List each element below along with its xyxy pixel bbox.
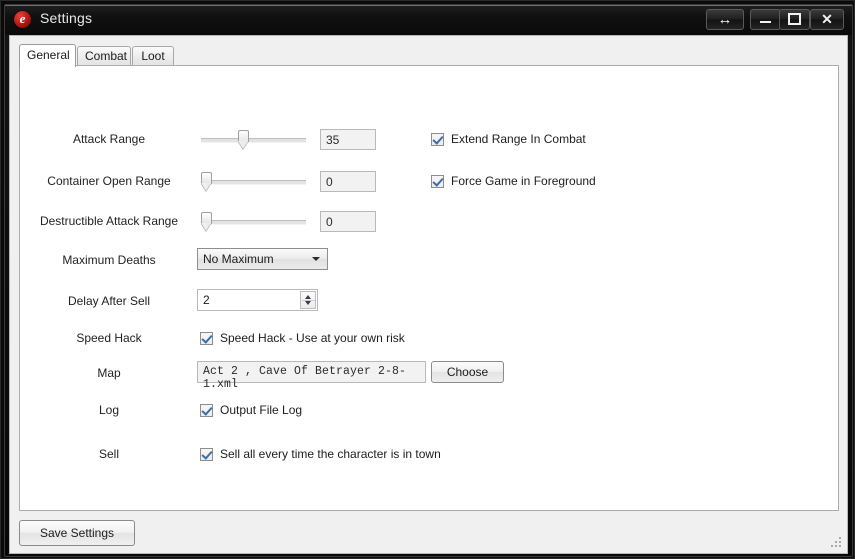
slider-attack-range[interactable] [201, 128, 306, 150]
label-log: Log [98, 403, 120, 417]
spinner-delay-after-sell[interactable]: 2 [197, 289, 318, 311]
window-title: Settings [40, 10, 93, 26]
slider-container-open-range[interactable] [201, 170, 306, 192]
spinner-up-icon[interactable] [305, 295, 311, 299]
maximize-icon [788, 12, 801, 25]
spinner-down-icon[interactable] [305, 301, 311, 305]
dropdown-maximum-deaths[interactable]: No Maximum [197, 248, 328, 270]
label-speed-hack: Speed Hack [76, 331, 142, 345]
checkbox-box [200, 404, 213, 417]
tab-strip: General Combat Loot [19, 44, 839, 67]
slider-track [201, 180, 306, 185]
window-frame: e Settings ↔ ✕ General Combat Loot Attac… [4, 4, 853, 557]
slider-thumb[interactable] [201, 212, 212, 231]
checkbox-label: Speed Hack - Use at your own risk [220, 331, 405, 345]
label-attack-range: Attack Range [72, 132, 146, 146]
checkbox-box [431, 133, 444, 146]
checkbox-label: Sell all every time the character is in … [220, 447, 441, 461]
checkbox-box [200, 448, 213, 461]
slider-thumb[interactable] [238, 130, 249, 149]
label-map: Map [97, 366, 121, 380]
label-delay-after-sell: Delay After Sell [67, 294, 151, 308]
maximize-button[interactable] [779, 9, 810, 30]
tab-loot[interactable]: Loot [132, 46, 174, 66]
titlebar-highlight [5, 5, 852, 6]
title-bar: e Settings ↔ ✕ [5, 5, 852, 35]
slider-track [201, 220, 306, 225]
checkbox-box [200, 332, 213, 345]
save-settings-button[interactable]: Save Settings [19, 520, 135, 546]
spinner-value: 2 [203, 293, 210, 307]
settings-window: e Settings ↔ ✕ General Combat Loot Attac… [0, 0, 855, 559]
slider-thumb[interactable] [201, 172, 212, 191]
label-container-open-range: Container Open Range [47, 174, 171, 188]
checkbox-label: Force Game in Foreground [451, 174, 596, 188]
input-map-path[interactable]: Act 2 , Cave Of Betrayer 2-8-1.xml [197, 361, 426, 391]
slider-thumb-tip [201, 183, 211, 191]
choose-map-button[interactable]: Choose [431, 361, 504, 383]
swap-arrows-button[interactable]: ↔ [706, 9, 744, 30]
checkbox-box [431, 175, 444, 188]
input-attack-range[interactable]: 35 [320, 129, 376, 150]
spinner-buttons[interactable] [300, 291, 316, 309]
minimize-icon [760, 20, 771, 23]
tab-general[interactable]: General [19, 44, 76, 67]
checkbox-label: Extend Range In Combat [451, 132, 586, 146]
swap-arrows-icon: ↔ [717, 11, 733, 28]
close-button[interactable]: ✕ [810, 9, 844, 30]
slider-track [201, 138, 306, 143]
label-destructible-attack-range: Destructible Attack Range [39, 214, 179, 228]
close-icon: ✕ [821, 11, 833, 27]
label-sell: Sell [98, 447, 119, 461]
general-tab-panel: Attack Range 35 Extend Range In Combat C… [19, 65, 839, 511]
app-e-icon: e [14, 11, 31, 28]
chevron-down-icon [312, 257, 320, 261]
dropdown-selected-value: No Maximum [203, 252, 274, 266]
label-maximum-deaths: Maximum Deaths [62, 253, 156, 267]
checkbox-label: Output File Log [220, 403, 303, 417]
slider-destructible-attack-range[interactable] [201, 210, 306, 232]
tab-combat[interactable]: Combat [77, 46, 131, 66]
app-icon-glyph: e [19, 11, 26, 26]
slider-thumb-tip [238, 141, 248, 149]
minimize-button[interactable] [750, 9, 781, 30]
resize-grip[interactable] [830, 537, 842, 549]
input-destructible-attack-range[interactable]: 0 [320, 211, 376, 232]
input-container-open-range[interactable]: 0 [320, 171, 376, 192]
slider-thumb-tip [201, 223, 211, 231]
client-area: General Combat Loot Attack Range 35 Exte… [9, 35, 848, 554]
